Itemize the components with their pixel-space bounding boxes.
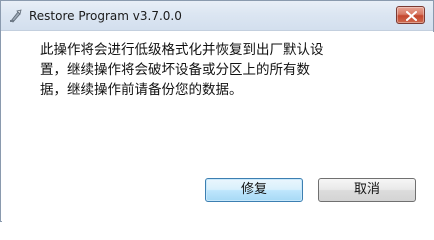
dialog-content: 此操作将会进行低级格式化并恢复到出厂默认设 置，继续操作将会破坏设备或分区上的所…	[2, 32, 434, 222]
warning-message: 此操作将会进行低级格式化并恢复到出厂默认设 置，继续操作将会破坏设备或分区上的所…	[40, 42, 324, 98]
dialog-window: Restore Program v3.7.0.0 此操作将会进行低级格式化并恢复…	[0, 0, 434, 222]
cancel-button[interactable]: 取消	[318, 178, 416, 202]
title-bar[interactable]: Restore Program v3.7.0.0	[1, 1, 433, 31]
close-icon	[406, 11, 417, 21]
repair-button[interactable]: 修复	[205, 178, 303, 202]
restore-app-icon	[8, 8, 24, 24]
close-button[interactable]	[396, 6, 425, 24]
window-title: Restore Program v3.7.0.0	[29, 9, 182, 23]
